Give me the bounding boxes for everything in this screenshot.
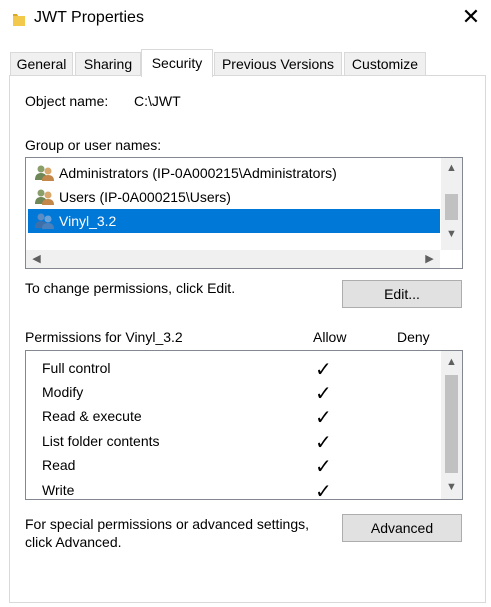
user-item-label: Users (IP-0A000215\Users)	[59, 189, 231, 205]
object-name-label: Object name:	[25, 93, 109, 109]
check-icon: ✓	[315, 456, 332, 478]
user-item-users[interactable]: Users (IP-0A000215\Users)	[28, 185, 440, 209]
scroll-down-icon[interactable]: ▼	[441, 481, 462, 493]
permissions-vertical-scrollbar[interactable]: ▲ ▼	[441, 351, 462, 499]
users-group-icon	[35, 165, 54, 181]
user-list[interactable]: Administrators (IP-0A000215\Administrato…	[25, 157, 463, 269]
permission-name: Read	[42, 457, 76, 473]
permission-row: Write ✓	[26, 479, 442, 500]
permission-name: List folder contents	[42, 433, 160, 449]
group-list-label: Group or user names:	[25, 137, 162, 153]
edit-button[interactable]: Edit...	[342, 280, 462, 308]
change-permissions-text: To change permissions, click Edit.	[25, 280, 236, 296]
permission-row: Full control ✓	[26, 357, 442, 382]
permission-row: Read & execute ✓	[26, 405, 442, 430]
permission-row: Modify ✓	[26, 381, 442, 406]
tab-customize[interactable]: Customize	[344, 52, 426, 76]
tab-strip: General Sharing Security Previous Versio…	[10, 49, 490, 77]
scroll-thumb[interactable]	[445, 194, 458, 220]
users-group-icon	[35, 189, 54, 205]
check-icon: ✓	[315, 432, 332, 454]
user-list-horizontal-scrollbar[interactable]: ◀ ▶	[26, 250, 440, 268]
permissions-list: Full control ✓ Modify ✓ Read & execute ✓…	[25, 350, 463, 500]
allow-column-header: Allow	[313, 329, 347, 345]
check-icon: ✓	[315, 383, 332, 405]
tab-previous-versions[interactable]: Previous Versions	[214, 52, 342, 76]
check-icon: ✓	[315, 359, 332, 381]
advanced-button[interactable]: Advanced	[342, 514, 462, 542]
special-permissions-line2: click Advanced.	[25, 534, 122, 550]
permission-name: Modify	[42, 384, 84, 400]
users-group-icon	[35, 213, 54, 229]
permission-name: Full control	[42, 360, 111, 376]
permission-row: List folder contents ✓	[26, 430, 442, 455]
folder-icon	[13, 14, 25, 26]
user-item-label: Administrators (IP-0A000215\Administrato…	[59, 165, 337, 181]
tab-general[interactable]: General	[10, 52, 73, 76]
deny-column-header: Deny	[397, 329, 430, 345]
scroll-thumb[interactable]	[445, 375, 458, 473]
scroll-down-icon[interactable]: ▼	[441, 228, 462, 240]
tab-sharing[interactable]: Sharing	[75, 52, 141, 76]
tab-security[interactable]: Security	[141, 49, 213, 77]
check-icon: ✓	[315, 481, 332, 500]
permission-name: Write	[42, 482, 75, 498]
scroll-left-icon[interactable]: ◀	[26, 252, 47, 265]
window-title: JWT Properties	[34, 9, 144, 26]
object-name-value: C:\JWT	[134, 93, 181, 109]
permission-row: Read ✓	[26, 454, 442, 479]
user-item-label: Vinyl_3.2	[59, 213, 117, 229]
permission-name: Read & execute	[42, 408, 142, 424]
scroll-up-icon[interactable]: ▲	[441, 162, 462, 174]
user-list-vertical-scrollbar[interactable]: ▲ ▼	[441, 158, 462, 250]
scroll-up-icon[interactable]: ▲	[441, 356, 462, 368]
special-permissions-line1: For special permissions or advanced sett…	[25, 516, 310, 532]
scroll-right-icon[interactable]: ▶	[419, 252, 440, 265]
title-bar: JWT Properties ✕	[0, 0, 491, 36]
permissions-header: Permissions for Vinyl_3.2	[25, 329, 183, 345]
close-button[interactable]: ✕	[456, 5, 486, 31]
user-item-vinyl[interactable]: Vinyl_3.2	[28, 209, 440, 233]
special-permissions-text: For special permissions or advanced sett…	[25, 515, 309, 551]
check-icon: ✓	[315, 407, 332, 429]
user-item-administrators[interactable]: Administrators (IP-0A000215\Administrato…	[28, 161, 440, 185]
